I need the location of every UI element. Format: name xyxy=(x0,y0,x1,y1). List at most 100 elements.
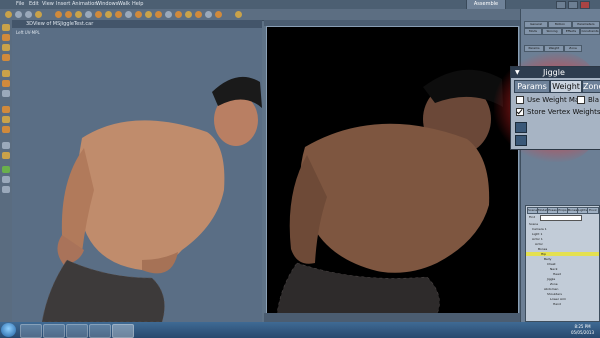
zoom-icon[interactable] xyxy=(2,142,10,149)
shear-tool-icon[interactable] xyxy=(125,11,132,18)
scale-icon[interactable] xyxy=(2,54,10,61)
mirror-tool-icon[interactable] xyxy=(175,11,182,18)
tree-item[interactable]: Bones xyxy=(538,247,547,251)
menu-windows[interactable]: Windows xyxy=(96,1,118,7)
tab-weight[interactable]: Weight xyxy=(550,80,582,93)
menu-insert[interactable]: Insert xyxy=(56,1,70,7)
rotate-icon[interactable] xyxy=(2,44,10,51)
tree-item[interactable]: Neck xyxy=(550,267,557,271)
rotate-tool-icon[interactable] xyxy=(25,11,32,18)
close-icon[interactable] xyxy=(580,1,590,9)
tree-filter-input[interactable] xyxy=(540,215,582,221)
mini-tab-zone[interactable]: Zone xyxy=(564,45,582,52)
tree-item[interactable]: Head xyxy=(553,272,561,276)
constraint-icon[interactable] xyxy=(2,90,10,97)
play-tool-icon[interactable] xyxy=(235,11,242,18)
store-vertex-weights-checkbox[interactable] xyxy=(516,108,524,116)
select-tool-icon[interactable] xyxy=(5,11,12,18)
render-tool-icon[interactable] xyxy=(215,11,222,18)
blend-row[interactable]: Bla xyxy=(577,96,599,104)
pointer-icon[interactable] xyxy=(2,24,10,31)
tree-item[interactable]: Actor 1 xyxy=(532,237,543,241)
modeling-viewport[interactable]: 3DView of MSJiggleTest.car Left UV-MPL xyxy=(12,20,262,322)
group-icon[interactable] xyxy=(2,106,10,113)
taskbar-folder-icon[interactable] xyxy=(43,324,65,338)
scale-tool-icon[interactable] xyxy=(35,11,42,18)
bone-icon[interactable] xyxy=(2,70,10,77)
tree-item[interactable]: Abdomen xyxy=(544,287,558,291)
blend-checkbox[interactable] xyxy=(577,96,585,104)
render-viewport[interactable] xyxy=(266,26,519,315)
tree-item[interactable]: Belly xyxy=(544,257,551,261)
weld-tool-icon[interactable] xyxy=(185,11,192,18)
use-weight-map-checkbox[interactable] xyxy=(516,96,524,104)
spline-tool-icon[interactable] xyxy=(75,11,82,18)
menu-animation[interactable]: Animation xyxy=(72,1,98,7)
smooth-tool-icon[interactable] xyxy=(115,11,122,18)
tree-item[interactable]: Zone xyxy=(550,282,558,286)
pan-icon[interactable] xyxy=(2,152,10,159)
tab-skining[interactable]: Skining xyxy=(542,28,562,35)
twist-tool-icon[interactable] xyxy=(145,11,152,18)
tree-tab-envir[interactable]: Envir xyxy=(587,207,599,214)
jiggle-header[interactable]: ▼ Jiggle xyxy=(511,67,600,78)
tree-item[interactable]: Actor xyxy=(535,242,543,246)
tree-item[interactable]: Shoulders xyxy=(547,292,562,296)
use-weight-map-row[interactable]: Use Weight Map xyxy=(516,96,584,104)
taskbar-animation-master-icon[interactable] xyxy=(112,324,134,338)
start-button-icon[interactable] xyxy=(1,323,16,337)
tree-item-selected[interactable]: Hip xyxy=(526,252,599,256)
lasso-icon[interactable] xyxy=(2,116,10,123)
move-tool-icon[interactable] xyxy=(15,11,22,18)
magnify-icon[interactable] xyxy=(2,186,10,193)
ik-icon[interactable] xyxy=(2,80,10,87)
mini-tab-weight[interactable]: Weight xyxy=(544,45,564,52)
light-icon[interactable] xyxy=(2,176,10,183)
camera-icon[interactable] xyxy=(2,166,10,173)
extrude-tool-icon[interactable] xyxy=(95,11,102,18)
taskbar-clock[interactable]: 8:25 PM 05/05/2013 xyxy=(566,324,599,336)
menu-edit[interactable]: Edit xyxy=(29,1,39,7)
taper-tool-icon[interactable] xyxy=(135,11,142,18)
tab-motion[interactable]: Motion xyxy=(548,21,572,28)
peak-tool-icon[interactable] xyxy=(105,11,112,18)
tree-item[interactable]: Jiggle xyxy=(547,277,555,281)
brush-icon[interactable] xyxy=(2,126,10,133)
weight-import-icon[interactable] xyxy=(515,135,527,146)
menu-view[interactable]: View xyxy=(42,1,54,7)
collapse-arrow-icon[interactable]: ▼ xyxy=(515,67,520,78)
taskbar-app-icon[interactable] xyxy=(89,324,111,338)
tab-mods[interactable]: Mods xyxy=(524,28,542,35)
tab-assemble[interactable]: Assemble xyxy=(466,0,506,9)
tree-item[interactable]: Light 1 xyxy=(532,232,542,236)
lathe-tool-icon[interactable] xyxy=(85,11,92,18)
tab-constraints[interactable]: Constraints xyxy=(580,28,600,35)
minimize-icon[interactable] xyxy=(556,1,566,9)
magnet-tool-icon[interactable] xyxy=(205,11,212,18)
store-vertex-weights-row[interactable]: Store Vertex Weights xyxy=(516,108,600,116)
tree-item[interactable]: Scene xyxy=(529,222,538,226)
tree-item[interactable]: Camera 1 xyxy=(532,227,547,231)
taskbar-media-icon[interactable] xyxy=(66,324,88,338)
menu-walk[interactable]: Walk xyxy=(118,1,130,7)
bone-tool-icon[interactable] xyxy=(55,11,62,18)
tree-item[interactable]: Lower Arm xyxy=(550,297,566,301)
menu-file[interactable]: File xyxy=(16,1,24,7)
split-tool-icon[interactable] xyxy=(195,11,202,18)
tree-item[interactable]: Hand xyxy=(553,302,561,306)
menu-help[interactable]: Help xyxy=(132,1,143,7)
tab-zone[interactable]: Zone xyxy=(582,80,600,93)
taskbar-explorer-icon[interactable] xyxy=(20,324,42,338)
weight-paint-icon[interactable] xyxy=(515,122,527,133)
translate-icon[interactable] xyxy=(2,34,10,41)
tab-general[interactable]: General xyxy=(524,21,548,28)
group-tool-icon[interactable] xyxy=(65,11,72,18)
tab-parameters[interactable]: Parameters xyxy=(572,21,600,28)
maximize-icon[interactable] xyxy=(568,1,578,9)
mini-tab-params[interactable]: Params xyxy=(524,45,544,52)
tab-params[interactable]: Params xyxy=(514,80,550,93)
bend-tool-icon[interactable] xyxy=(155,11,162,18)
tab-effects[interactable]: Effects xyxy=(562,28,580,35)
flip-tool-icon[interactable] xyxy=(165,11,172,18)
tree-item[interactable]: Chest xyxy=(547,262,556,266)
